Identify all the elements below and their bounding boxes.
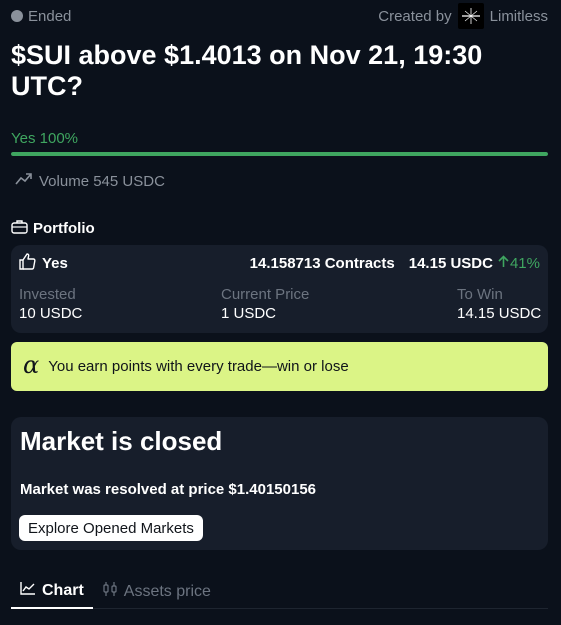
- invested-label: Invested: [19, 286, 76, 303]
- volume-text: Volume 545 USDC: [39, 172, 165, 190]
- to-win-value: 14.15 USDC: [457, 305, 542, 322]
- briefcase-icon: [11, 219, 28, 238]
- position-side-label: Yes: [42, 254, 68, 272]
- market-title: $SUI above $1.4013 on Nov 21, 19:30 UTC?: [11, 40, 483, 101]
- tab-chart[interactable]: Chart: [11, 574, 93, 609]
- current-price-value: 1 USDC: [221, 305, 277, 322]
- chart-tabs: Chart Assets price: [11, 574, 548, 609]
- points-banner-text: You earn points with every trade—win or …: [48, 358, 349, 375]
- resolution-text: Market was resolved at price $1.40150156: [20, 481, 317, 498]
- position-contracts: 14.158713 Contracts: [249, 254, 395, 272]
- arrow-up-icon: [498, 254, 509, 272]
- volume: Volume 545 USDC: [15, 172, 165, 190]
- creator-name[interactable]: Limitless: [490, 8, 548, 25]
- yes-probability: Yes 100%: [11, 130, 79, 147]
- explore-opened-markets-button[interactable]: Explore Opened Markets: [19, 515, 203, 541]
- status-label: Ended: [28, 7, 72, 25]
- probability-bar-fill: [11, 152, 548, 156]
- tab-assets-price-label: Assets price: [123, 582, 211, 600]
- current-price-label: Current Price: [221, 286, 310, 303]
- invested-stat: Invested 10 USDC: [19, 285, 82, 324]
- invested-value: 10 USDC: [19, 305, 83, 322]
- creator-info[interactable]: Created by Limitless: [378, 3, 548, 29]
- position-change-value: 41%: [509, 254, 540, 272]
- candles-icon: [102, 581, 118, 602]
- trending-up-icon: [15, 172, 33, 190]
- points-banner: α You earn points with every trade—win o…: [11, 342, 548, 391]
- current-price-stat: Current Price 1 USDC: [221, 285, 309, 324]
- creator-logo-icon: [457, 3, 484, 29]
- to-win-stat: To Win 14.15 USDC: [457, 285, 541, 324]
- position-side: Yes: [19, 252, 68, 274]
- to-win-label: To Win: [457, 286, 503, 303]
- position-change: 41%: [498, 255, 540, 272]
- tab-assets-price[interactable]: Assets price: [93, 574, 220, 609]
- alpha-icon: α: [23, 351, 40, 379]
- tab-chart-label: Chart: [42, 581, 84, 599]
- thumbs-up-icon: [19, 252, 36, 274]
- position-card[interactable]: Yes 14.158713 Contracts 14.15 USDC 41% I…: [11, 245, 548, 333]
- portfolio-heading: Portfolio: [11, 219, 95, 238]
- position-value: 14.15 USDC: [408, 254, 493, 272]
- portfolio-label: Portfolio: [33, 220, 95, 237]
- chart-line-icon: [20, 581, 36, 600]
- market-closed-title: Market is closed: [20, 426, 223, 456]
- created-by-label: Created by: [378, 7, 452, 25]
- market-status: Ended: [11, 8, 71, 25]
- probability-bar: [11, 152, 548, 156]
- market-closed-card: Market is closed Market was resolved at …: [11, 417, 548, 550]
- top-bar: Ended Created by Limitless: [11, 3, 548, 29]
- status-dot-icon: [11, 10, 23, 22]
